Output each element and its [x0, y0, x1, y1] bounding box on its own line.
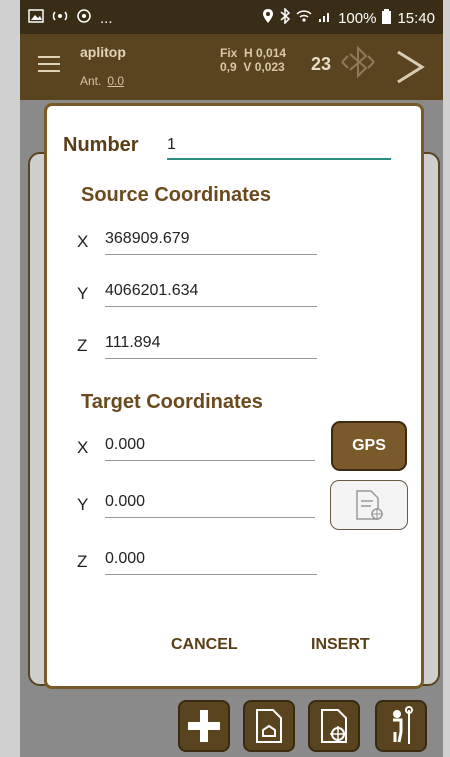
- target-z-input[interactable]: 0.000: [105, 550, 317, 575]
- number-label: Number: [63, 134, 139, 156]
- document-target-icon: [356, 490, 383, 520]
- battery-percent: 100%: [338, 9, 377, 27]
- cancel-button[interactable]: CANCEL: [171, 636, 238, 654]
- add-button[interactable]: [178, 700, 230, 752]
- signal-icon: [318, 9, 332, 27]
- antenna-value: 0.0: [107, 74, 125, 88]
- source-z-input[interactable]: 111.894: [105, 334, 317, 359]
- source-x-label: X: [77, 232, 89, 251]
- target-coordinates-title: Target Coordinates: [81, 391, 263, 413]
- source-x-input[interactable]: 368909.679: [105, 230, 317, 255]
- antenna-height[interactable]: Ant. 0.0: [80, 74, 124, 88]
- import-document-button[interactable]: [243, 700, 295, 752]
- target-y-input[interactable]: 0.000: [105, 493, 315, 518]
- insert-point-dialog: Number 1 Source Coordinates X 368909.679…: [44, 103, 424, 689]
- menu-icon[interactable]: [38, 56, 60, 72]
- h-precision: H 0,014: [244, 46, 287, 60]
- source-z-label: Z: [77, 336, 88, 355]
- source-y-label: Y: [77, 284, 89, 303]
- status-overflow: ...: [100, 9, 113, 27]
- image-notification-icon: [28, 9, 44, 27]
- bluetooth-connection-icon[interactable]: [338, 42, 378, 82]
- antenna-label: Ant.: [80, 74, 102, 88]
- fix-status: Fix H 0,014 0,9 V 0,023: [220, 46, 286, 74]
- status-bar: ... 100% 15:40: [20, 0, 443, 34]
- fix-label: Fix: [220, 46, 238, 60]
- app-title: aplitop: [80, 44, 126, 60]
- location-ring-icon: [76, 8, 92, 28]
- battery-icon: [382, 8, 392, 28]
- source-y-input[interactable]: 4066201.634: [105, 282, 317, 307]
- insert-button[interactable]: INSERT: [311, 636, 370, 654]
- podcast-notification-icon: [52, 9, 68, 27]
- document-target-button[interactable]: [308, 700, 360, 752]
- target-y-label: Y: [77, 495, 89, 514]
- source-coordinates-title: Source Coordinates: [81, 184, 272, 206]
- surveyor-stakeout-button[interactable]: [375, 700, 427, 752]
- chevron-right-icon[interactable]: [392, 50, 426, 84]
- wifi-icon: [296, 9, 312, 27]
- target-z-label: Z: [77, 552, 88, 571]
- v-precision: V 0,023: [243, 60, 285, 74]
- number-input[interactable]: 1: [167, 136, 391, 160]
- pdop-value: 0,9: [220, 60, 237, 74]
- location-pin-icon: [262, 8, 274, 28]
- target-x-label: X: [77, 438, 89, 457]
- bottom-toolbar: [20, 700, 443, 757]
- target-x-input[interactable]: 0.000: [105, 436, 315, 461]
- app-bar: aplitop Ant. 0.0 Fix H 0,014 0,9 V 0,023 …: [20, 34, 443, 100]
- clock: 15:40: [397, 9, 435, 27]
- satellite-count: 23: [311, 54, 332, 74]
- app-screen: ... 100% 15:40 aplitop Ant. 0.0 Fix H 0,…: [20, 0, 443, 757]
- bluetooth-icon: [280, 7, 291, 28]
- pick-point-button[interactable]: [330, 480, 408, 530]
- gps-button[interactable]: GPS: [331, 421, 407, 471]
